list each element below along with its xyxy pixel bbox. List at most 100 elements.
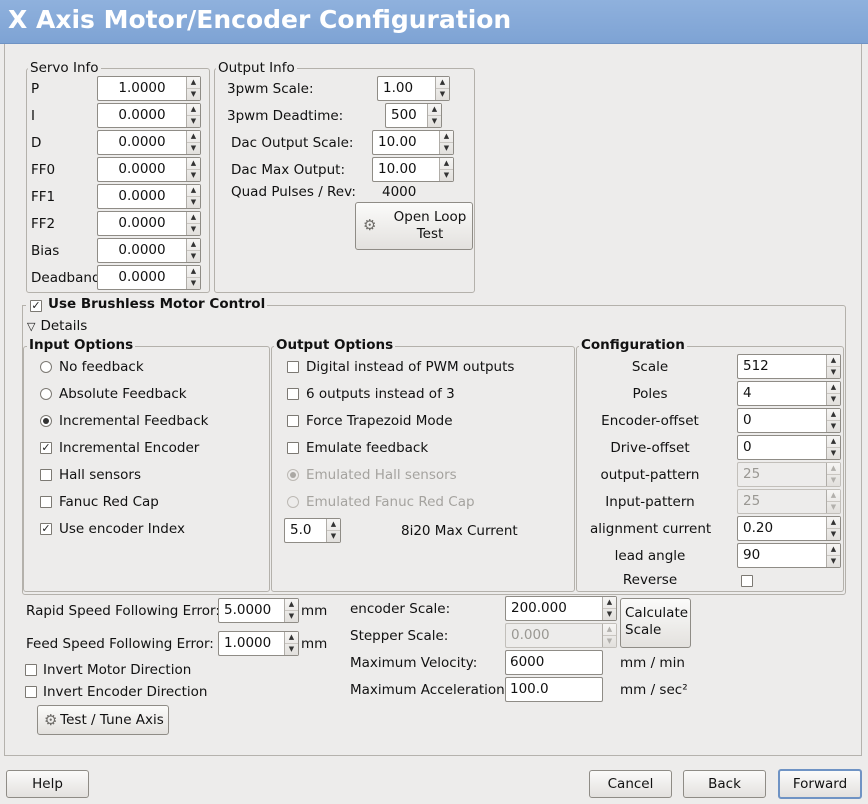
spin-down-icon[interactable]: ▼ <box>187 170 200 181</box>
d-spinner[interactable]: 0.0000 ▲ ▼ <box>97 130 201 155</box>
feed-following-error-spinner[interactable]: 1.0000 ▲ ▼ <box>218 631 299 656</box>
help-button[interactable]: Help <box>6 770 89 798</box>
incremental-feedback-label[interactable]: Incremental Feedback <box>59 412 208 430</box>
spin-down-icon[interactable]: ▼ <box>827 529 840 540</box>
spin-up-icon[interactable]: ▲ <box>440 158 453 170</box>
digital-pwm-label[interactable]: Digital instead of PWM outputs <box>306 358 514 376</box>
max-current-spinner[interactable]: 5.0 ▲ ▼ <box>284 518 341 543</box>
spin-up-icon[interactable]: ▲ <box>187 239 200 251</box>
incremental-encoder-label[interactable]: Incremental Encoder <box>59 439 199 457</box>
spin-up-icon[interactable]: ▲ <box>285 632 298 644</box>
no-feedback-radio[interactable] <box>40 361 52 373</box>
dac-scale-spinner[interactable]: 10.00 ▲ ▼ <box>372 130 454 155</box>
spin-down-icon[interactable]: ▼ <box>285 611 298 622</box>
max-acceleration-field[interactable]: 100.0 <box>505 677 603 702</box>
emulate-feedback-checkbox[interactable] <box>287 442 299 454</box>
spin-down-icon[interactable]: ▼ <box>436 89 449 100</box>
details-expander[interactable]: ▽ Details <box>27 317 87 336</box>
spin-down-icon[interactable]: ▼ <box>285 644 298 655</box>
bias-spinner[interactable]: 0.0000 ▲ ▼ <box>97 238 201 263</box>
spin-up-icon[interactable]: ▲ <box>827 463 840 475</box>
output-pattern-spinner[interactable]: 25 ▲ ▼ <box>737 462 841 487</box>
reverse-checkbox[interactable] <box>741 575 753 587</box>
spin-down-icon[interactable]: ▼ <box>603 636 616 647</box>
hall-sensors-checkbox[interactable] <box>40 469 52 481</box>
spin-down-icon[interactable]: ▼ <box>827 556 840 567</box>
stepper-scale-spinner[interactable]: 0.000 ▲ ▼ <box>505 623 617 648</box>
spin-up-icon[interactable]: ▲ <box>827 382 840 394</box>
fanuc-red-cap-checkbox[interactable] <box>40 496 52 508</box>
spin-down-icon[interactable]: ▼ <box>827 448 840 459</box>
spin-up-icon[interactable]: ▲ <box>187 131 200 143</box>
invert-encoder-label[interactable]: Invert Encoder Direction <box>43 683 207 701</box>
spin-down-icon[interactable]: ▼ <box>440 143 453 154</box>
spin-up-icon[interactable]: ▲ <box>827 517 840 529</box>
spin-up-icon[interactable]: ▲ <box>827 490 840 502</box>
lead-angle-spinner[interactable]: 90 ▲ ▼ <box>737 543 841 568</box>
max-velocity-field[interactable]: 6000 <box>505 650 603 675</box>
incremental-feedback-radio[interactable] <box>40 415 52 427</box>
spin-up-icon[interactable]: ▲ <box>187 158 200 170</box>
spin-up-icon[interactable]: ▲ <box>187 266 200 278</box>
i-spinner[interactable]: 0.0000 ▲ ▼ <box>97 103 201 128</box>
spin-down-icon[interactable]: ▼ <box>187 143 200 154</box>
absolute-feedback-label[interactable]: Absolute Feedback <box>59 385 187 403</box>
spin-down-icon[interactable]: ▼ <box>187 89 200 100</box>
spin-up-icon[interactable]: ▲ <box>827 409 840 421</box>
six-outputs-label[interactable]: 6 outputs instead of 3 <box>306 385 455 403</box>
spin-down-icon[interactable]: ▼ <box>187 224 200 235</box>
force-trapezoid-checkbox[interactable] <box>287 415 299 427</box>
brushless-checkbox[interactable]: ✓ <box>30 300 42 312</box>
spin-down-icon[interactable]: ▼ <box>187 197 200 208</box>
emulated-hall-radio[interactable] <box>287 469 299 481</box>
spin-down-icon[interactable]: ▼ <box>827 475 840 486</box>
spin-up-icon[interactable]: ▲ <box>827 355 840 367</box>
emulated-hall-label[interactable]: Emulated Hall sensors <box>306 466 457 484</box>
rapid-following-error-spinner[interactable]: 5.0000 ▲ ▼ <box>218 598 299 623</box>
spin-down-icon[interactable]: ▼ <box>187 251 200 262</box>
invert-motor-label[interactable]: Invert Motor Direction <box>43 661 191 679</box>
pwm-deadtime-spinner[interactable]: 500 ▲ ▼ <box>385 103 442 128</box>
digital-pwm-checkbox[interactable] <box>287 361 299 373</box>
back-button[interactable]: Back <box>683 770 766 798</box>
spin-up-icon[interactable]: ▲ <box>827 544 840 556</box>
six-outputs-checkbox[interactable] <box>287 388 299 400</box>
drive-offset-spinner[interactable]: 0 ▲ ▼ <box>737 435 841 460</box>
alignment-current-spinner[interactable]: 0.20 ▲ ▼ <box>737 516 841 541</box>
spin-up-icon[interactable]: ▲ <box>827 436 840 448</box>
spin-up-icon[interactable]: ▲ <box>187 104 200 116</box>
input-pattern-spinner[interactable]: 25 ▲ ▼ <box>737 489 841 514</box>
forward-button[interactable]: Forward <box>778 769 862 799</box>
use-encoder-index-checkbox[interactable]: ✓ <box>40 523 52 535</box>
spin-down-icon[interactable]: ▼ <box>827 421 840 432</box>
spin-up-icon[interactable]: ▲ <box>327 519 340 531</box>
deadband-spinner[interactable]: 0.0000 ▲ ▼ <box>97 265 201 290</box>
ff0-spinner[interactable]: 0.0000 ▲ ▼ <box>97 157 201 182</box>
pwm-scale-spinner[interactable]: 1.00 ▲ ▼ <box>377 76 450 101</box>
hall-sensors-label[interactable]: Hall sensors <box>59 466 141 484</box>
test-tune-axis-button[interactable]: ⚙ Test / Tune Axis <box>37 705 169 735</box>
encoder-scale-spinner[interactable]: 200.000 ▲ ▼ <box>505 596 617 621</box>
spin-up-icon[interactable]: ▲ <box>187 185 200 197</box>
spin-up-icon[interactable]: ▲ <box>436 77 449 89</box>
spin-down-icon[interactable]: ▼ <box>327 531 340 542</box>
absolute-feedback-radio[interactable] <box>40 388 52 400</box>
spin-up-icon[interactable]: ▲ <box>603 597 616 609</box>
spin-down-icon[interactable]: ▼ <box>187 278 200 289</box>
emulated-fanuc-radio[interactable] <box>287 496 299 508</box>
emulate-feedback-label[interactable]: Emulate feedback <box>306 439 428 457</box>
calculate-scale-button[interactable]: Calculate Scale <box>620 598 691 648</box>
p-spinner[interactable]: 1.0000 ▲ ▼ <box>97 76 201 101</box>
encoder-offset-spinner[interactable]: 0 ▲ ▼ <box>737 408 841 433</box>
spin-down-icon[interactable]: ▼ <box>603 609 616 620</box>
ff1-spinner[interactable]: 0.0000 ▲ ▼ <box>97 184 201 209</box>
spin-down-icon[interactable]: ▼ <box>187 116 200 127</box>
spin-up-icon[interactable]: ▲ <box>440 131 453 143</box>
emulated-fanuc-label[interactable]: Emulated Fanuc Red Cap <box>306 493 475 511</box>
spin-down-icon[interactable]: ▼ <box>428 116 441 127</box>
brushless-checkbox-label[interactable]: ✓ Use Brushless Motor Control <box>26 296 268 312</box>
scale-spinner[interactable]: 512 ▲ ▼ <box>737 354 841 379</box>
no-feedback-label[interactable]: No feedback <box>59 358 144 376</box>
spin-up-icon[interactable]: ▲ <box>285 599 298 611</box>
ff2-spinner[interactable]: 0.0000 ▲ ▼ <box>97 211 201 236</box>
